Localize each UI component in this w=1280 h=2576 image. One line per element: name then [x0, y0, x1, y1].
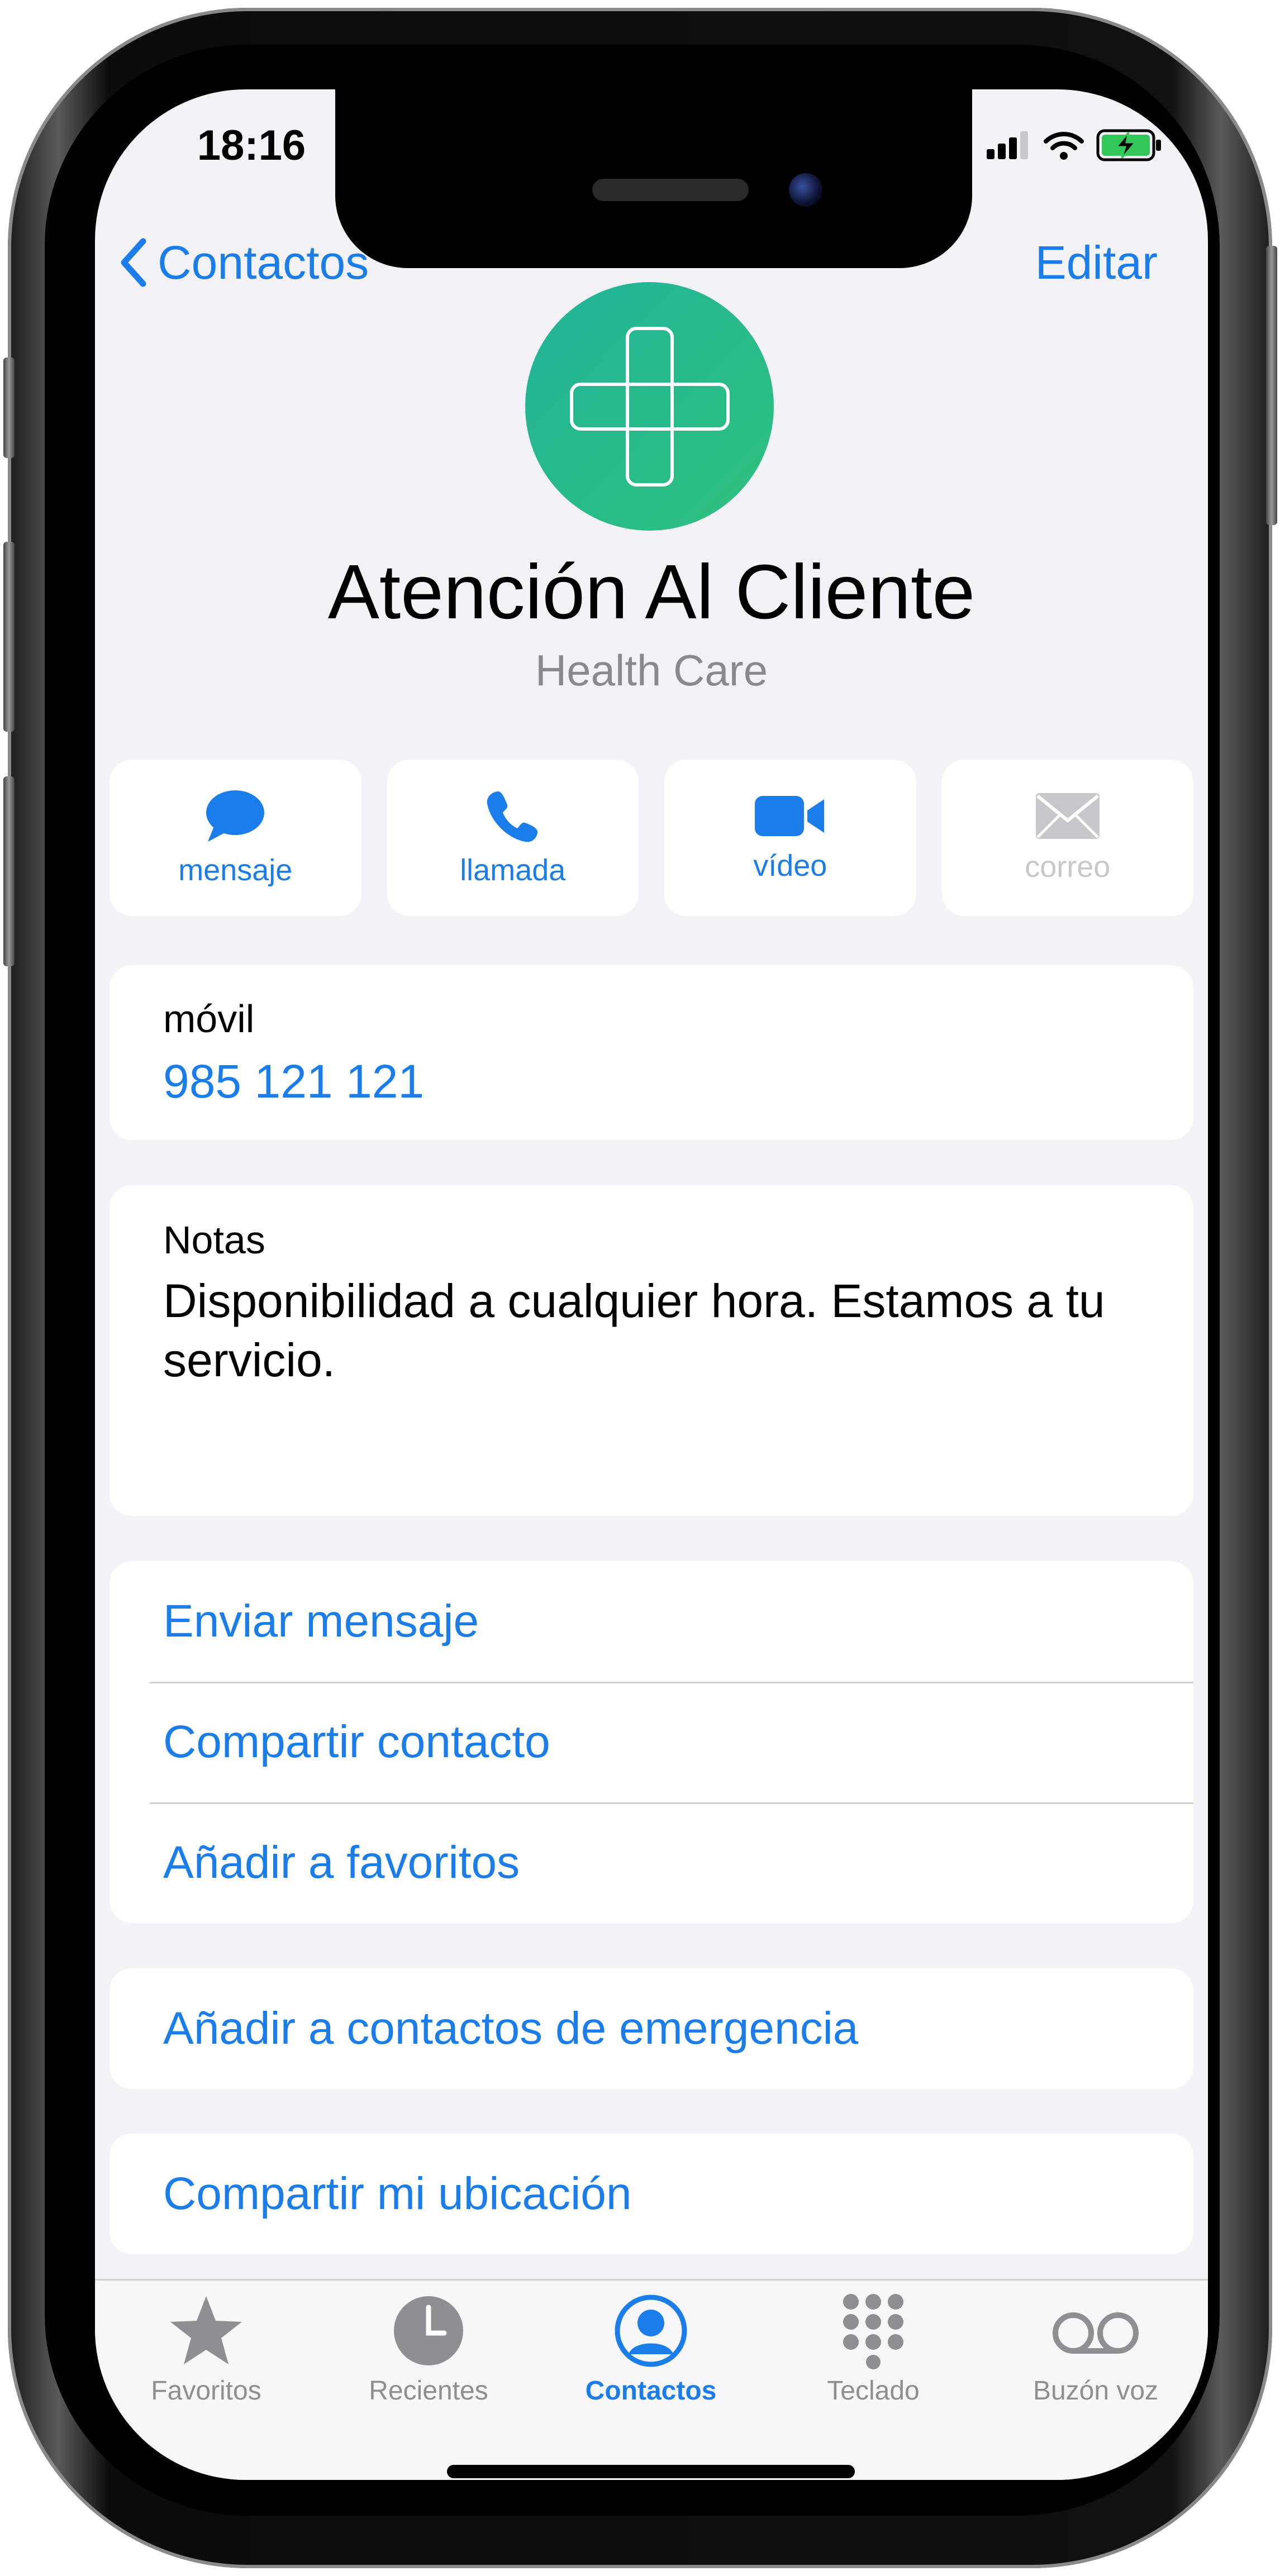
contact-detail-screen: 18:16 Contactos Editar Atención Al Clien… — [95, 89, 1208, 2480]
call-action-button[interactable]: llamada — [387, 760, 639, 916]
add-emergency-contact-row[interactable]: Añadir a contactos de emergencia — [163, 1968, 1193, 2089]
wifi-icon — [1044, 132, 1084, 160]
notes-card[interactable]: Notas Disponibilidad a cualquier hora. E… — [110, 1185, 1193, 1516]
tab-contacts-label: Contactos — [585, 2376, 717, 2406]
person-circle-icon — [615, 2294, 687, 2367]
phone-number-value[interactable]: 985 121 121 — [163, 1055, 424, 1109]
status-time: 18:16 — [197, 121, 306, 169]
video-action-label: vídeo — [753, 849, 827, 882]
edit-button[interactable]: Editar — [1035, 223, 1158, 302]
earpiece-speaker — [592, 179, 749, 201]
quick-actions: mensaje llamada vídeo correo — [110, 760, 1193, 916]
share-location-card: Compartir mi ubicación — [110, 2134, 1193, 2254]
send-message-row[interactable]: Enviar mensaje — [163, 1561, 1193, 1682]
side-button-power — [1266, 246, 1277, 525]
video-camera-icon — [755, 796, 825, 836]
tab-keypad[interactable]: Teclado — [762, 2292, 984, 2426]
voicemail-icon — [1053, 2312, 1139, 2354]
side-button-volume-up — [3, 542, 15, 732]
front-camera — [789, 173, 822, 207]
message-bubble-icon — [206, 790, 265, 842]
contact-options-group: Enviar mensaje Compartir contacto Añadir… — [110, 1561, 1193, 1923]
message-action-label: mensaje — [178, 853, 293, 887]
back-button[interactable]: Contactos — [117, 223, 369, 302]
notch — [335, 89, 972, 268]
call-action-label: llamada — [460, 853, 566, 887]
tab-voicemail-label: Buzón voz — [1032, 2376, 1159, 2406]
contact-avatar — [525, 282, 774, 531]
side-button-silent — [3, 357, 15, 458]
contact-company: Health Care — [535, 646, 768, 695]
contact-name: Atención Al Cliente — [327, 549, 976, 635]
tab-voicemail[interactable]: Buzón voz — [984, 2292, 1207, 2426]
tab-favorites[interactable]: Favoritos — [95, 2292, 317, 2426]
emergency-contact-card: Añadir a contactos de emergencia — [110, 1968, 1193, 2089]
clock-icon — [394, 2296, 463, 2365]
phone-type-label: móvil — [163, 997, 255, 1041]
mail-action-button[interactable]: correo — [941, 760, 1193, 916]
phone-icon — [487, 791, 537, 842]
side-button-volume-down — [3, 776, 15, 966]
message-action-button[interactable]: mensaje — [110, 760, 361, 916]
keypad-icon — [843, 2294, 903, 2369]
medical-cross-icon — [569, 326, 730, 486]
back-button-label: Contactos — [158, 236, 369, 289]
video-action-button[interactable]: vídeo — [664, 760, 916, 916]
battery-charging-icon — [1096, 129, 1161, 161]
mail-envelope-icon — [1035, 793, 1100, 839]
tab-contacts[interactable]: Contactos — [540, 2292, 762, 2426]
tab-favorites-label: Favoritos — [151, 2376, 261, 2406]
tab-keypad-label: Teclado — [827, 2376, 920, 2406]
tab-recents-label: Recientes — [369, 2376, 488, 2406]
share-contact-row[interactable]: Compartir contacto — [163, 1682, 1193, 1802]
share-location-row[interactable]: Compartir mi ubicación — [163, 2134, 1193, 2254]
home-indicator[interactable] — [447, 2465, 855, 2478]
star-icon — [170, 2296, 242, 2364]
notes-label: Notas — [163, 1218, 265, 1262]
tab-recents[interactable]: Recientes — [317, 2292, 540, 2426]
mail-action-label: correo — [1025, 850, 1111, 884]
add-to-favorites-row[interactable]: Añadir a favoritos — [163, 1802, 1193, 1923]
chevron-left-icon — [121, 238, 146, 287]
notes-text: Disponibilidad a cualquier hora. Estamos… — [163, 1275, 1105, 1386]
cellular-signal-icon — [987, 131, 1028, 159]
tab-bar: Favoritos Recientes Contactos Teclado Bu… — [95, 2279, 1208, 2480]
phone-number-card[interactable]: móvil 985 121 121 — [110, 965, 1193, 1140]
status-icons — [987, 117, 1163, 173]
